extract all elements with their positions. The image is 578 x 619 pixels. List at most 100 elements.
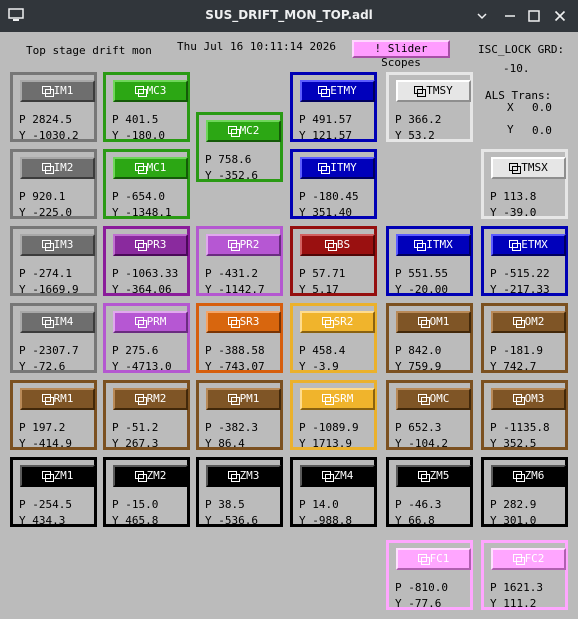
related-display-icon	[227, 471, 240, 482]
related-display-button-tmsx[interactable]: TMSX	[491, 157, 566, 179]
optic-panel-pr3: PR3 P -1063.33 Y -364.06	[103, 226, 190, 296]
slider-scopes-button[interactable]: ! Slider Scopes	[352, 40, 450, 69]
optic-label: PR3	[146, 238, 167, 251]
optic-panel-sr2: SR2 P 458.4 Y -3.9	[290, 303, 377, 373]
yaw-readout: Y -180.0	[112, 129, 165, 142]
optic-panel-fc1: FC1 P -810.0 Y -77.6	[386, 540, 473, 610]
related-display-button-sr2[interactable]: SR2	[300, 311, 375, 333]
yaw-readout: Y -20.00	[395, 283, 448, 296]
related-display-icon	[41, 317, 54, 328]
yaw-readout: Y 267.3	[112, 437, 159, 450]
related-display-button-rm1[interactable]: RM1	[20, 388, 95, 410]
optic-panel-im4: IM4 P -2307.7 Y -72.6	[10, 303, 97, 373]
related-display-icon	[417, 554, 430, 565]
related-display-button-omc[interactable]: OMC	[396, 388, 471, 410]
related-display-button-tmsy[interactable]: TMSY	[396, 80, 471, 102]
pitch-readout: P 920.1	[19, 190, 66, 203]
isc-lock-value: -10.	[503, 62, 530, 75]
related-display-icon	[41, 240, 54, 251]
related-display-button-prm[interactable]: PRM	[113, 311, 188, 333]
related-display-icon	[134, 86, 147, 97]
optic-panel-itmx: ITMX P 551.55 Y -20.00	[386, 226, 473, 296]
yaw-readout: Y -72.6	[19, 360, 66, 373]
related-display-icon	[227, 240, 240, 251]
related-display-button-pm1[interactable]: PM1	[206, 388, 281, 410]
pitch-readout: P 366.2	[395, 113, 442, 126]
related-display-button-zm6[interactable]: ZM6	[491, 465, 566, 487]
optic-label: SR3	[239, 315, 260, 328]
related-display-button-pr2[interactable]: PR2	[206, 234, 281, 256]
related-display-button-bs[interactable]: BS	[300, 234, 375, 256]
related-display-icon	[41, 471, 54, 482]
yaw-readout: Y -3.9	[299, 360, 339, 373]
related-display-button-im1[interactable]: IM1	[20, 80, 95, 102]
related-display-button-zm3[interactable]: ZM3	[206, 465, 281, 487]
pitch-readout: P -515.22	[490, 267, 550, 280]
related-display-icon	[134, 317, 147, 328]
optic-panel-zm3: ZM3 P 38.5 Y -536.6	[196, 457, 283, 527]
yaw-readout: Y -743.07	[205, 360, 265, 373]
optic-label: SR2	[333, 315, 354, 328]
optic-panel-mc1: MC1 P -654.0 Y -1348.1	[103, 149, 190, 219]
close-icon[interactable]	[552, 8, 568, 24]
related-display-icon	[227, 126, 240, 137]
yaw-readout: Y -1142.7	[205, 283, 265, 296]
related-display-icon	[134, 471, 147, 482]
pitch-readout: P 652.3	[395, 421, 442, 434]
related-display-button-sr3[interactable]: SR3	[206, 311, 281, 333]
related-display-button-mc2[interactable]: MC2	[206, 120, 281, 142]
related-display-icon	[134, 163, 147, 174]
related-display-icon	[512, 471, 525, 482]
related-display-button-zm5[interactable]: ZM5	[396, 465, 471, 487]
pitch-readout: P 113.8	[490, 190, 537, 203]
optic-label: OM2	[524, 315, 545, 328]
optic-label: ZM2	[146, 469, 167, 482]
optic-label: OM3	[524, 392, 545, 405]
related-display-button-srm[interactable]: SRM	[300, 388, 375, 410]
related-display-button-im3[interactable]: IM3	[20, 234, 95, 256]
related-display-button-mc1[interactable]: MC1	[113, 157, 188, 179]
related-display-button-mc3[interactable]: MC3	[113, 80, 188, 102]
related-display-button-im2[interactable]: IM2	[20, 157, 95, 179]
yaw-readout: Y -104.2	[395, 437, 448, 450]
optic-label: FC2	[524, 552, 545, 565]
related-display-button-itmy[interactable]: ITMY	[300, 157, 375, 179]
maximize-icon[interactable]	[526, 8, 542, 24]
related-display-button-im4[interactable]: IM4	[20, 311, 95, 333]
related-display-icon	[318, 86, 331, 97]
related-display-icon	[417, 317, 430, 328]
optic-panel-zm5: ZM5 P -46.3 Y 66.8	[386, 457, 473, 527]
related-display-button-fc2[interactable]: FC2	[491, 548, 566, 570]
related-display-icon	[321, 471, 334, 482]
related-display-button-rm2[interactable]: RM2	[113, 388, 188, 410]
related-display-button-zm1[interactable]: ZM1	[20, 465, 95, 487]
chevron-down-icon[interactable]	[474, 8, 490, 24]
related-display-button-om1[interactable]: OM1	[396, 311, 471, 333]
related-display-button-etmy[interactable]: ETMY	[300, 80, 375, 102]
optic-label: MC3	[146, 84, 167, 97]
optic-panel-mc2: MC2 P 758.6 Y -352.6	[196, 112, 283, 182]
related-display-button-pr3[interactable]: PR3	[113, 234, 188, 256]
related-display-button-fc1[interactable]: FC1	[396, 548, 471, 570]
optic-label: SRM	[333, 392, 354, 405]
related-display-button-zm4[interactable]: ZM4	[300, 465, 375, 487]
related-display-button-om3[interactable]: OM3	[491, 388, 566, 410]
optic-panel-om3: OM3 P -1135.8 Y 352.5	[481, 380, 568, 450]
pitch-readout: P -382.3	[205, 421, 258, 434]
related-display-button-etmx[interactable]: ETMX	[491, 234, 566, 256]
related-display-icon	[318, 163, 331, 174]
als-x-label: X	[507, 101, 514, 114]
optic-label: ETMY	[330, 84, 357, 97]
related-display-icon	[134, 240, 147, 251]
related-display-icon	[509, 163, 522, 174]
related-display-button-om2[interactable]: OM2	[491, 311, 566, 333]
related-display-button-zm2[interactable]: ZM2	[113, 465, 188, 487]
related-display-button-itmx[interactable]: ITMX	[396, 234, 471, 256]
pitch-readout: P -1063.33	[112, 267, 179, 280]
pitch-readout: P 1621.3	[490, 581, 543, 594]
minimize-icon[interactable]	[502, 8, 518, 24]
optic-label: TMSY	[426, 84, 453, 97]
pitch-readout: P -388.58	[205, 344, 265, 357]
pitch-readout: P 2824.5	[19, 113, 72, 126]
yaw-readout: Y 759.9	[395, 360, 442, 373]
